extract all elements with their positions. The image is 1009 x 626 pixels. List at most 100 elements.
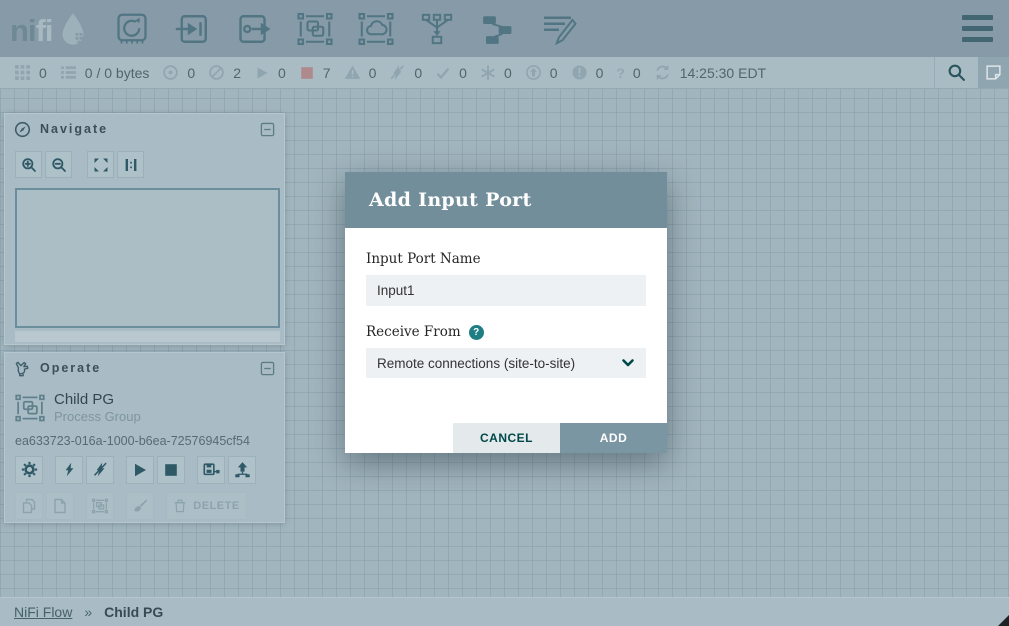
disable-button[interactable] <box>86 456 114 484</box>
stop-button[interactable] <box>157 456 185 484</box>
stat-value: 0 <box>550 65 558 81</box>
nifi-app: nifi <box>0 0 1009 626</box>
operate-panel-header: Operate <box>5 353 284 383</box>
cancel-button[interactable]: CANCEL <box>453 423 560 453</box>
receive-from-row: Receive From ? <box>366 324 646 340</box>
navigate-panel-title: Navigate <box>40 122 108 136</box>
stat-value: 0 <box>633 65 641 81</box>
operate-actions-row-1 <box>15 456 284 484</box>
process-group-small-icon <box>15 393 45 423</box>
stat-value: 0 <box>596 65 604 81</box>
search-icon <box>947 63 966 82</box>
trash-icon <box>173 498 187 513</box>
funnel-icon[interactable] <box>418 10 456 48</box>
global-menu-button[interactable] <box>962 15 993 42</box>
stat-not-transmitting: 2 <box>208 64 241 81</box>
zoom-in-button[interactable] <box>15 151 42 178</box>
header-toolbar: nifi <box>0 0 1009 57</box>
stat-transmitting: 0 <box>162 64 195 81</box>
refresh-icon[interactable] <box>654 64 671 81</box>
sync-failure-question-icon: ? <box>616 65 625 81</box>
operate-collapse-button[interactable] <box>260 361 275 376</box>
start-button[interactable] <box>126 456 154 484</box>
receive-from-dropdown[interactable]: Remote connections (site-to-site) <box>366 348 646 378</box>
bulletin-board-button[interactable] <box>978 57 1009 88</box>
component-name: Child PG <box>54 391 141 409</box>
operate-panel: Operate Child PG Process <box>4 352 285 523</box>
stat-queued: 0 / 0 bytes <box>60 64 150 81</box>
output-port-icon[interactable] <box>235 10 273 48</box>
dialog-header: Add Input Port <box>345 172 667 228</box>
stat-stopped: 7 <box>299 65 331 81</box>
gear-icon <box>21 461 38 478</box>
invalid-warning-icon <box>344 64 361 81</box>
receive-from-label: Receive From <box>366 324 461 340</box>
label-icon[interactable] <box>540 10 578 48</box>
process-group-icon[interactable] <box>296 10 334 48</box>
processor-icon[interactable] <box>113 10 151 48</box>
input-port-name-field[interactable] <box>366 275 646 306</box>
create-template-button[interactable] <box>197 456 225 484</box>
delete-button-label: DELETE <box>193 500 239 512</box>
dialog-footer: CANCEL ADD <box>453 423 667 453</box>
navigate-panel-header: Navigate <box>5 114 284 144</box>
save-template-icon <box>203 461 220 478</box>
add-button[interactable]: ADD <box>560 423 667 453</box>
stat-value: 0 <box>278 65 286 81</box>
stat-value: 2 <box>233 65 241 81</box>
stat-invalid: 0 <box>344 64 377 81</box>
hand-icon <box>14 360 31 377</box>
delete-button[interactable]: DELETE <box>166 492 247 520</box>
paste-icon <box>52 498 68 514</box>
birdseye-map[interactable] <box>15 188 280 328</box>
stat-locally-modified-stale: 0 <box>571 64 604 81</box>
group-icon <box>92 498 108 514</box>
fill-color-button[interactable] <box>126 492 154 520</box>
remote-process-group-icon[interactable] <box>357 10 395 48</box>
component-toolbar <box>113 10 578 48</box>
corner-artifact <box>998 615 1009 626</box>
navigate-collapse-button[interactable] <box>260 122 275 137</box>
paste-button[interactable] <box>46 492 74 520</box>
status-right-cluster <box>934 57 1009 88</box>
stopped-square-icon <box>299 65 315 81</box>
dialog-body: Input Port Name Receive From ? Remote co… <box>345 228 667 378</box>
sticky-note-icon <box>985 64 1002 81</box>
stat-value: 0 / 0 bytes <box>85 65 150 81</box>
up-to-date-check-icon <box>435 65 451 81</box>
stat-value: 7 <box>323 65 331 81</box>
disabled-bolt-slash-icon <box>389 64 406 81</box>
refresh-time: 14:25:30 EDT <box>680 65 766 81</box>
stat-stale: 0 <box>525 64 558 81</box>
search-button[interactable] <box>934 57 978 88</box>
selected-component: Child PG Process Group <box>15 391 274 425</box>
locally-modified-stale-exclamation-icon <box>571 64 588 81</box>
zoom-out-button[interactable] <box>45 151 72 178</box>
help-icon[interactable]: ? <box>469 325 484 340</box>
breadcrumb-root-link[interactable]: NiFi Flow <box>14 604 72 620</box>
group-button[interactable] <box>86 492 114 520</box>
copy-button[interactable] <box>15 492 43 520</box>
enable-button[interactable] <box>55 456 83 484</box>
breadcrumb-separator: » <box>84 604 92 620</box>
zoom-fit-button[interactable] <box>87 151 114 178</box>
upload-template-button[interactable] <box>228 456 256 484</box>
logo-text-ni: ni <box>10 15 36 46</box>
component-id: ea633723-016a-1000-b6ea-72576945cf54 <box>15 434 274 448</box>
logo-text-fi: fi <box>36 15 53 46</box>
template-icon[interactable] <box>479 10 517 48</box>
brush-icon <box>132 498 148 514</box>
stale-up-arrow-icon <box>525 64 542 81</box>
input-port-icon[interactable] <box>174 10 212 48</box>
bolt-icon <box>62 462 77 477</box>
stat-value: 0 <box>504 65 512 81</box>
component-type: Process Group <box>54 409 141 425</box>
locally-modified-asterisk-icon <box>480 65 496 81</box>
flow-status-bar: 0 0 / 0 bytes 0 <box>0 57 1009 89</box>
not-transmitting-icon <box>208 64 225 81</box>
stat-sync-failure: ? 0 <box>616 65 640 81</box>
configure-button[interactable] <box>15 456 43 484</box>
stat-last-refreshed: 14:25:30 EDT <box>654 64 766 81</box>
breadcrumb-current: Child PG <box>104 604 163 620</box>
zoom-actual-size-button[interactable] <box>117 151 144 178</box>
